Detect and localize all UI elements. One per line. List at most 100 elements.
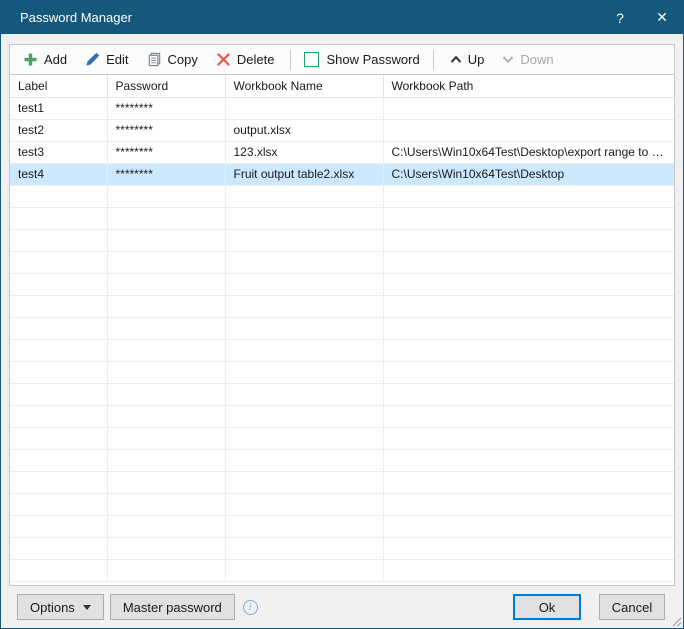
empty-cell xyxy=(10,273,108,296)
empty-table-row[interactable] xyxy=(10,515,674,538)
empty-cell xyxy=(225,537,384,560)
empty-table-row[interactable] xyxy=(10,317,674,340)
empty-cell xyxy=(383,383,674,406)
empty-cell xyxy=(10,251,108,274)
cell-label: test2 xyxy=(10,119,108,142)
table-row[interactable]: test3 ******** 123.xlsx C:\Users\Win10x64Te… xyxy=(10,141,674,164)
chevron-up-icon xyxy=(450,55,462,63)
down-button-label: Down xyxy=(520,52,554,67)
empty-cell xyxy=(107,207,226,230)
table-row[interactable]: test2 ******** output.xlsx xyxy=(10,119,674,142)
add-icon xyxy=(24,53,37,66)
empty-table-row[interactable] xyxy=(10,537,674,560)
empty-cell xyxy=(107,449,226,472)
edit-button[interactable]: Edit xyxy=(76,46,137,73)
cell-workbook-name: Fruit output table2.xlsx xyxy=(225,163,384,186)
up-button[interactable]: Up xyxy=(441,46,494,73)
empty-cell xyxy=(10,383,108,406)
window-title: Password Manager xyxy=(20,10,132,25)
column-header-workbook-path[interactable]: Workbook Path xyxy=(383,75,674,98)
empty-cell xyxy=(383,449,674,472)
empty-table-row[interactable] xyxy=(10,383,674,406)
empty-table-row[interactable] xyxy=(10,493,674,516)
empty-cell xyxy=(383,295,674,318)
empty-table-row[interactable] xyxy=(10,207,674,230)
master-password-label: Master password xyxy=(122,599,222,615)
empty-cell xyxy=(383,185,674,208)
show-password-label: Show Password xyxy=(326,52,420,67)
empty-cell xyxy=(383,471,674,494)
empty-table-row[interactable] xyxy=(10,471,674,494)
empty-table-row[interactable] xyxy=(10,361,674,384)
empty-cell xyxy=(10,295,108,318)
empty-cell xyxy=(107,537,226,560)
empty-table-row[interactable] xyxy=(10,339,674,362)
empty-cell xyxy=(383,361,674,384)
empty-table-row[interactable] xyxy=(10,449,674,472)
empty-cell xyxy=(10,537,108,560)
empty-cell xyxy=(107,493,226,516)
empty-cell xyxy=(10,339,108,362)
empty-table-row[interactable] xyxy=(10,251,674,274)
empty-cell xyxy=(107,185,226,208)
column-header-workbook-name[interactable]: Workbook Name xyxy=(225,75,384,98)
resize-grip-icon[interactable] xyxy=(671,616,682,627)
empty-cell xyxy=(10,493,108,516)
cell-workbook-path: C:\Users\Win10x64Test\Desktop\export ran… xyxy=(383,141,674,164)
empty-table-row[interactable] xyxy=(10,295,674,318)
empty-cell xyxy=(10,405,108,428)
add-button[interactable]: Add xyxy=(14,46,76,73)
cell-password: ******** xyxy=(107,97,226,120)
toolbar: Add Edit Copy Delete Show Password Up Do… xyxy=(9,44,675,75)
table-row[interactable]: test1 ******** xyxy=(10,97,674,120)
empty-cell xyxy=(383,317,674,340)
up-button-label: Up xyxy=(467,52,485,67)
cancel-button[interactable]: Cancel xyxy=(599,594,665,620)
empty-cell xyxy=(383,515,674,538)
empty-cell xyxy=(107,229,226,252)
empty-cell xyxy=(107,471,226,494)
titlebar-actions: ? ✕ xyxy=(599,1,683,34)
table-row[interactable]: test4 ******** Fruit output table2.xlsx C:\… xyxy=(10,163,674,186)
empty-cell xyxy=(225,405,384,428)
edit-icon xyxy=(86,52,100,66)
show-password-checkbox[interactable]: Show Password xyxy=(298,52,425,67)
delete-button[interactable]: Delete xyxy=(207,46,284,73)
master-password-button[interactable]: Master password xyxy=(109,594,235,620)
empty-table-row[interactable] xyxy=(10,185,674,208)
empty-cell xyxy=(107,559,226,582)
password-manager-window: Password Manager ? ✕ Add Edit Copy Delet… xyxy=(0,0,684,629)
empty-cell xyxy=(225,207,384,230)
empty-cell xyxy=(225,383,384,406)
copy-button[interactable]: Copy xyxy=(138,46,207,73)
help-button[interactable]: ? xyxy=(599,1,641,34)
options-button[interactable]: Options xyxy=(17,594,104,620)
empty-table-row[interactable] xyxy=(10,405,674,428)
empty-cell xyxy=(10,427,108,450)
empty-table-row[interactable] xyxy=(10,427,674,450)
empty-cell xyxy=(107,339,226,362)
dropdown-caret-icon xyxy=(82,604,91,610)
cell-password: ******** xyxy=(107,141,226,164)
empty-cell xyxy=(10,559,108,582)
cell-label: test1 xyxy=(10,97,108,120)
empty-table-row[interactable] xyxy=(10,559,674,582)
column-header-label[interactable]: Label xyxy=(10,75,108,98)
empty-cell xyxy=(225,317,384,340)
column-header-password[interactable]: Password xyxy=(107,75,226,98)
cell-workbook-path xyxy=(383,97,674,120)
empty-table-row[interactable] xyxy=(10,273,674,296)
empty-cell xyxy=(107,427,226,450)
empty-table-row[interactable] xyxy=(10,229,674,252)
empty-cell xyxy=(10,185,108,208)
close-button[interactable]: ✕ xyxy=(641,1,683,34)
cell-workbook-name: output.xlsx xyxy=(225,119,384,142)
info-icon[interactable]: i xyxy=(242,599,258,615)
empty-cell xyxy=(225,339,384,362)
empty-cell xyxy=(225,229,384,252)
cell-workbook-name: 123.xlsx xyxy=(225,141,384,164)
cell-workbook-path: C:\Users\Win10x64Test\Desktop xyxy=(383,163,674,186)
down-button[interactable]: Down xyxy=(493,46,562,73)
empty-cell xyxy=(10,317,108,340)
ok-button[interactable]: Ok xyxy=(513,594,581,620)
